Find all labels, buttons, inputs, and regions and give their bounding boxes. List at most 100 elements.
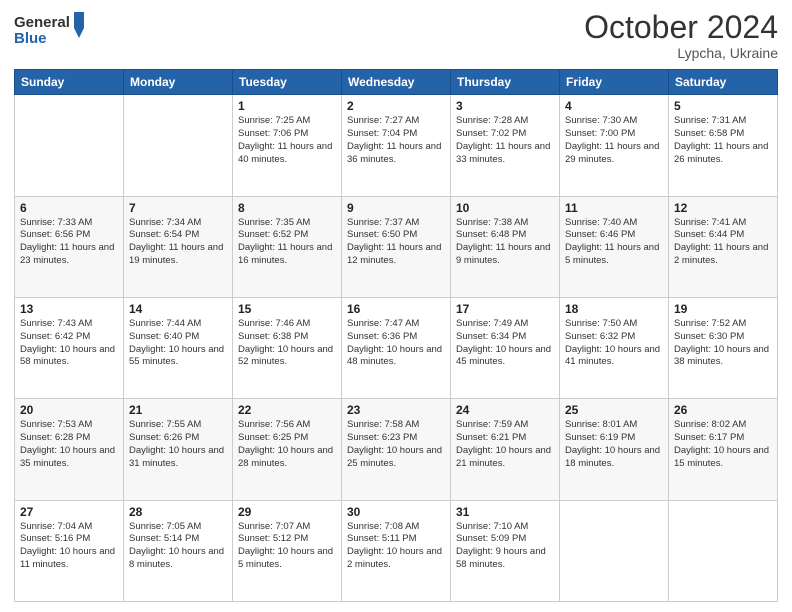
day-number: 22 bbox=[238, 403, 336, 417]
day-number: 12 bbox=[674, 201, 772, 215]
day-number: 18 bbox=[565, 302, 663, 316]
header: General Blue October 2024 Lypcha, Ukrain… bbox=[14, 10, 778, 61]
day-number: 27 bbox=[20, 505, 118, 519]
day-number: 23 bbox=[347, 403, 445, 417]
day-info: Sunrise: 7:07 AM Sunset: 5:12 PM Dayligh… bbox=[238, 521, 336, 572]
day-info: Sunrise: 7:56 AM Sunset: 6:25 PM Dayligh… bbox=[238, 419, 336, 470]
svg-text:Blue: Blue bbox=[14, 30, 47, 47]
calendar-cell: 30 Sunrise: 7:08 AM Sunset: 5:11 PM Dayli… bbox=[342, 500, 451, 601]
day-info: Sunrise: 7:35 AM Sunset: 6:52 PM Dayligh… bbox=[238, 217, 336, 268]
calendar-cell: 19 Sunrise: 7:52 AM Sunset: 6:30 PM Dayli… bbox=[669, 297, 778, 398]
day-number: 30 bbox=[347, 505, 445, 519]
day-number: 6 bbox=[20, 201, 118, 215]
day-number: 21 bbox=[129, 403, 227, 417]
calendar-cell: 26 Sunrise: 8:02 AM Sunset: 6:17 PM Dayli… bbox=[669, 399, 778, 500]
day-number: 20 bbox=[20, 403, 118, 417]
day-number: 26 bbox=[674, 403, 772, 417]
calendar-cell: 4 Sunrise: 7:30 AM Sunset: 7:00 PM Daylig… bbox=[560, 95, 669, 196]
day-info: Sunrise: 7:31 AM Sunset: 6:58 PM Dayligh… bbox=[674, 115, 772, 166]
day-info: Sunrise: 7:59 AM Sunset: 6:21 PM Dayligh… bbox=[456, 419, 554, 470]
header-wednesday: Wednesday bbox=[342, 70, 451, 95]
day-info: Sunrise: 7:58 AM Sunset: 6:23 PM Dayligh… bbox=[347, 419, 445, 470]
day-info: Sunrise: 7:46 AM Sunset: 6:38 PM Dayligh… bbox=[238, 318, 336, 369]
day-number: 7 bbox=[129, 201, 227, 215]
day-info: Sunrise: 7:43 AM Sunset: 6:42 PM Dayligh… bbox=[20, 318, 118, 369]
day-number: 16 bbox=[347, 302, 445, 316]
day-number: 19 bbox=[674, 302, 772, 316]
calendar-cell: 18Sunrise: 7:50 AM Sunset: 6:32 PM Dayli… bbox=[560, 297, 669, 398]
day-number: 28 bbox=[129, 505, 227, 519]
day-info: Sunrise: 7:28 AM Sunset: 7:02 PM Dayligh… bbox=[456, 115, 554, 166]
calendar-cell bbox=[669, 500, 778, 601]
day-number: 15 bbox=[238, 302, 336, 316]
day-info: Sunrise: 8:01 AM Sunset: 6:19 PM Dayligh… bbox=[565, 419, 663, 470]
day-info: Sunrise: 7:30 AM Sunset: 7:00 PM Dayligh… bbox=[565, 115, 663, 166]
week-row-1: 1Sunrise: 7:25 AM Sunset: 7:06 PM Daylig… bbox=[15, 95, 778, 196]
location: Lypcha, Ukraine bbox=[584, 45, 778, 61]
calendar-cell: 31 Sunrise: 7:10 AM Sunset: 5:09 PM Dayli… bbox=[451, 500, 560, 601]
calendar-cell: 12 Sunrise: 7:41 AM Sunset: 6:44 PM Dayli… bbox=[669, 196, 778, 297]
calendar-cell: 11Sunrise: 7:40 AM Sunset: 6:46 PM Dayli… bbox=[560, 196, 669, 297]
calendar-cell: 14Sunrise: 7:44 AM Sunset: 6:40 PM Dayli… bbox=[124, 297, 233, 398]
day-info: Sunrise: 7:08 AM Sunset: 5:11 PM Dayligh… bbox=[347, 521, 445, 572]
day-number: 31 bbox=[456, 505, 554, 519]
calendar-cell bbox=[15, 95, 124, 196]
calendar-cell bbox=[560, 500, 669, 601]
page: General Blue October 2024 Lypcha, Ukrain… bbox=[0, 0, 792, 612]
calendar-cell: 13 Sunrise: 7:43 AM Sunset: 6:42 PM Dayli… bbox=[15, 297, 124, 398]
day-info: Sunrise: 7:37 AM Sunset: 6:50 PM Dayligh… bbox=[347, 217, 445, 268]
calendar-header-row: SundayMondayTuesdayWednesdayThursdayFrid… bbox=[15, 70, 778, 95]
day-number: 29 bbox=[238, 505, 336, 519]
calendar-cell: 10 Sunrise: 7:38 AM Sunset: 6:48 PM Dayli… bbox=[451, 196, 560, 297]
calendar-cell: 23 Sunrise: 7:58 AM Sunset: 6:23 PM Dayli… bbox=[342, 399, 451, 500]
calendar-cell: 25 Sunrise: 8:01 AM Sunset: 6:19 PM Dayli… bbox=[560, 399, 669, 500]
day-number: 10 bbox=[456, 201, 554, 215]
svg-text:General: General bbox=[14, 14, 70, 31]
day-info: Sunrise: 7:47 AM Sunset: 6:36 PM Dayligh… bbox=[347, 318, 445, 369]
calendar-cell: 21 Sunrise: 7:55 AM Sunset: 6:26 PM Dayli… bbox=[124, 399, 233, 500]
day-number: 4 bbox=[565, 99, 663, 113]
header-saturday: Saturday bbox=[669, 70, 778, 95]
day-info: Sunrise: 7:52 AM Sunset: 6:30 PM Dayligh… bbox=[674, 318, 772, 369]
day-info: Sunrise: 7:38 AM Sunset: 6:48 PM Dayligh… bbox=[456, 217, 554, 268]
logo: General Blue bbox=[14, 10, 84, 50]
calendar-cell: 1Sunrise: 7:25 AM Sunset: 7:06 PM Daylig… bbox=[233, 95, 342, 196]
day-number: 24 bbox=[456, 403, 554, 417]
calendar-cell: 8Sunrise: 7:35 AM Sunset: 6:52 PM Daylig… bbox=[233, 196, 342, 297]
week-row-5: 27Sunrise: 7:04 AM Sunset: 5:16 PM Dayli… bbox=[15, 500, 778, 601]
day-info: Sunrise: 7:33 AM Sunset: 6:56 PM Dayligh… bbox=[20, 217, 118, 268]
calendar-cell: 17 Sunrise: 7:49 AM Sunset: 6:34 PM Dayli… bbox=[451, 297, 560, 398]
day-info: Sunrise: 7:40 AM Sunset: 6:46 PM Dayligh… bbox=[565, 217, 663, 268]
header-monday: Monday bbox=[124, 70, 233, 95]
title-block: October 2024 Lypcha, Ukraine bbox=[584, 10, 778, 61]
day-number: 9 bbox=[347, 201, 445, 215]
day-info: Sunrise: 7:10 AM Sunset: 5:09 PM Dayligh… bbox=[456, 521, 554, 572]
calendar-cell bbox=[124, 95, 233, 196]
day-number: 17 bbox=[456, 302, 554, 316]
day-info: Sunrise: 8:02 AM Sunset: 6:17 PM Dayligh… bbox=[674, 419, 772, 470]
header-tuesday: Tuesday bbox=[233, 70, 342, 95]
day-number: 13 bbox=[20, 302, 118, 316]
calendar-cell: 2 Sunrise: 7:27 AM Sunset: 7:04 PM Daylig… bbox=[342, 95, 451, 196]
day-info: Sunrise: 7:34 AM Sunset: 6:54 PM Dayligh… bbox=[129, 217, 227, 268]
day-info: Sunrise: 7:41 AM Sunset: 6:44 PM Dayligh… bbox=[674, 217, 772, 268]
day-number: 5 bbox=[674, 99, 772, 113]
calendar-cell: 28Sunrise: 7:05 AM Sunset: 5:14 PM Dayli… bbox=[124, 500, 233, 601]
week-row-2: 6 Sunrise: 7:33 AM Sunset: 6:56 PM Daylig… bbox=[15, 196, 778, 297]
calendar-cell: 29 Sunrise: 7:07 AM Sunset: 5:12 PM Dayli… bbox=[233, 500, 342, 601]
calendar-cell: 16 Sunrise: 7:47 AM Sunset: 6:36 PM Dayli… bbox=[342, 297, 451, 398]
calendar-cell: 6 Sunrise: 7:33 AM Sunset: 6:56 PM Daylig… bbox=[15, 196, 124, 297]
calendar-cell: 7 Sunrise: 7:34 AM Sunset: 6:54 PM Daylig… bbox=[124, 196, 233, 297]
day-number: 25 bbox=[565, 403, 663, 417]
day-info: Sunrise: 7:25 AM Sunset: 7:06 PM Dayligh… bbox=[238, 115, 336, 166]
week-row-3: 13 Sunrise: 7:43 AM Sunset: 6:42 PM Dayli… bbox=[15, 297, 778, 398]
day-info: Sunrise: 7:49 AM Sunset: 6:34 PM Dayligh… bbox=[456, 318, 554, 369]
calendar-table: SundayMondayTuesdayWednesdayThursdayFrid… bbox=[14, 69, 778, 602]
day-number: 2 bbox=[347, 99, 445, 113]
day-info: Sunrise: 7:55 AM Sunset: 6:26 PM Dayligh… bbox=[129, 419, 227, 470]
day-number: 3 bbox=[456, 99, 554, 113]
calendar-cell: 15 Sunrise: 7:46 AM Sunset: 6:38 PM Dayli… bbox=[233, 297, 342, 398]
day-info: Sunrise: 7:27 AM Sunset: 7:04 PM Dayligh… bbox=[347, 115, 445, 166]
month-title: October 2024 bbox=[584, 10, 778, 45]
day-info: Sunrise: 7:53 AM Sunset: 6:28 PM Dayligh… bbox=[20, 419, 118, 470]
